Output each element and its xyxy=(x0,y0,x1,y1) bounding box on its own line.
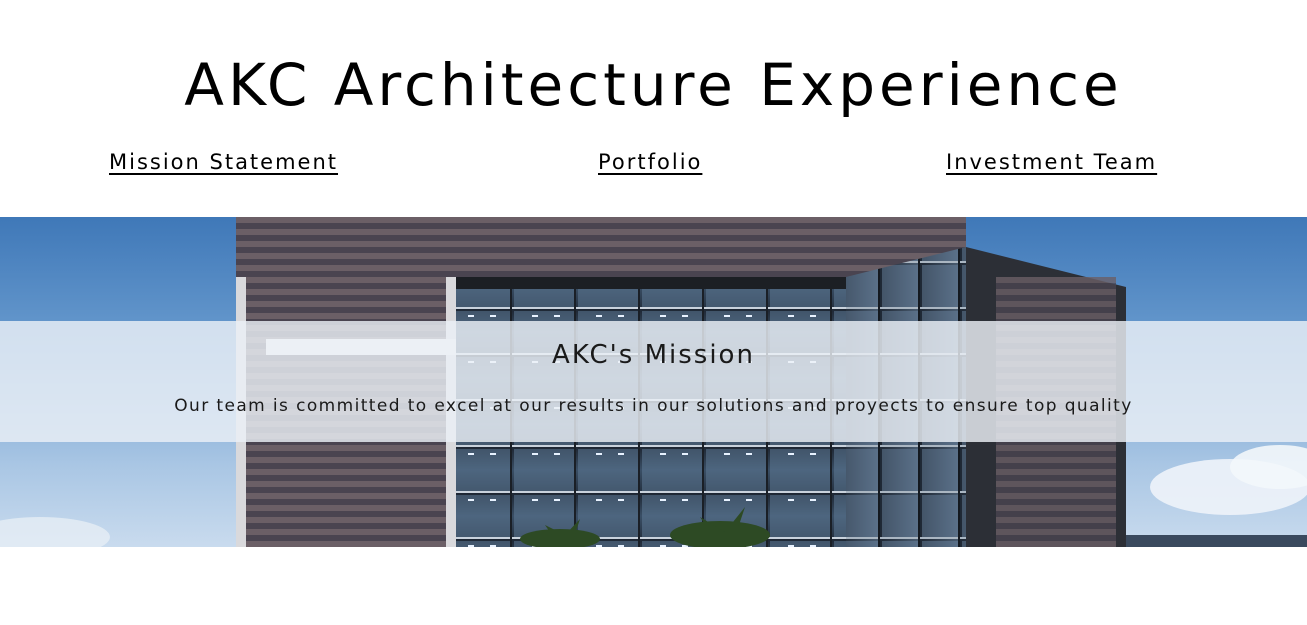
nav-link-portfolio[interactable]: Portfolio xyxy=(598,150,702,174)
nav-link-investment-team[interactable]: Investment Team xyxy=(946,150,1157,174)
site-title: AKC Architecture Experience xyxy=(184,51,1123,119)
nav-link-mission-statement[interactable]: Mission Statement xyxy=(109,150,338,174)
mission-statement-text: Our team is committed to excel at our re… xyxy=(174,396,1133,416)
mission-heading: AKC's Mission xyxy=(552,340,755,370)
page: AKC Architecture Experience Mission Stat… xyxy=(0,0,1307,625)
